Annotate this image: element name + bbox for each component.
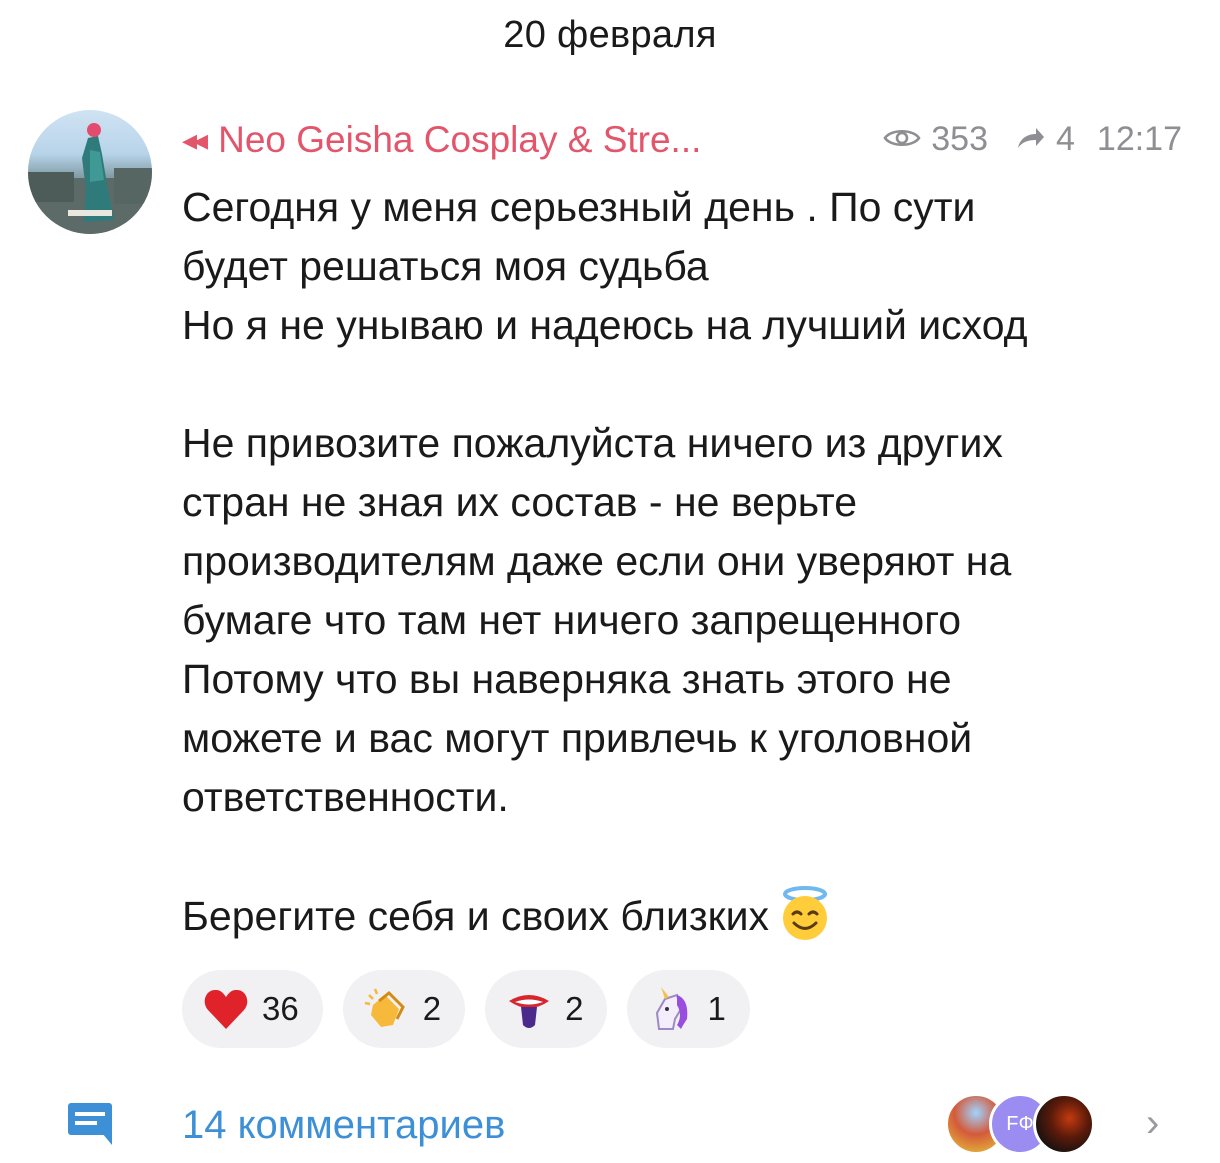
forwards-count: 4 xyxy=(1055,120,1075,158)
reaction-count: 1 xyxy=(707,990,726,1027)
forwarded-from-icon: ◂◂ xyxy=(182,123,208,157)
commenter-avatar xyxy=(1033,1093,1095,1155)
comment-icon xyxy=(66,1101,114,1147)
unicorn-icon xyxy=(647,985,695,1033)
views-count: 353 xyxy=(931,120,988,158)
reaction-count: 2 xyxy=(422,990,442,1027)
date-header: 20 февраля xyxy=(503,14,717,56)
post-meta: 353 4 12:17 xyxy=(883,120,1182,159)
reaction-count: 2 xyxy=(565,990,584,1027)
reaction-tongue[interactable]: 2 xyxy=(485,970,608,1048)
commenter-initials: FФ xyxy=(1006,1112,1034,1135)
reaction-heart[interactable]: 36 xyxy=(182,970,323,1048)
reaction-count: 36 xyxy=(262,990,299,1027)
smiling-face-with-halo-icon xyxy=(777,886,833,942)
avatar-image xyxy=(28,123,152,234)
post-time: 12:17 xyxy=(1096,120,1182,158)
reaction-unicorn[interactable]: 1 xyxy=(627,970,750,1048)
message-text: Сегодня у меня серьезный день . По сути … xyxy=(182,184,1028,939)
views-eye-icon xyxy=(883,120,921,159)
message-body: Сегодня у меня серьезный день . По сути … xyxy=(182,178,1182,946)
clapping-hands-icon xyxy=(363,985,411,1033)
post-header: ◂◂ Neo Geisha Cosplay & Stre... 353 4 12… xyxy=(182,112,1182,168)
channel-name-link[interactable]: Neo Geisha Cosplay & Stre... xyxy=(218,119,701,161)
red-heart-icon xyxy=(202,985,250,1033)
reactions-bar: 36 2 2 1 xyxy=(182,970,770,1048)
reaction-clap[interactable]: 2 xyxy=(342,970,466,1048)
commenter-avatars: FФ xyxy=(945,1093,1115,1155)
telegram-post-view: 20 февраля ◂◂ Neo Geisha Cosplay & Stre.… xyxy=(0,0,1220,1163)
mouth-tongue-icon xyxy=(505,985,553,1033)
comments-footer[interactable]: 14 комментариев FФ › xyxy=(0,1085,1220,1163)
channel-avatar[interactable] xyxy=(28,110,152,234)
chevron-right-icon[interactable]: › xyxy=(1146,1101,1159,1146)
comments-count-link[interactable]: 14 комментариев xyxy=(182,1103,505,1148)
forward-arrow-icon xyxy=(1016,120,1046,159)
